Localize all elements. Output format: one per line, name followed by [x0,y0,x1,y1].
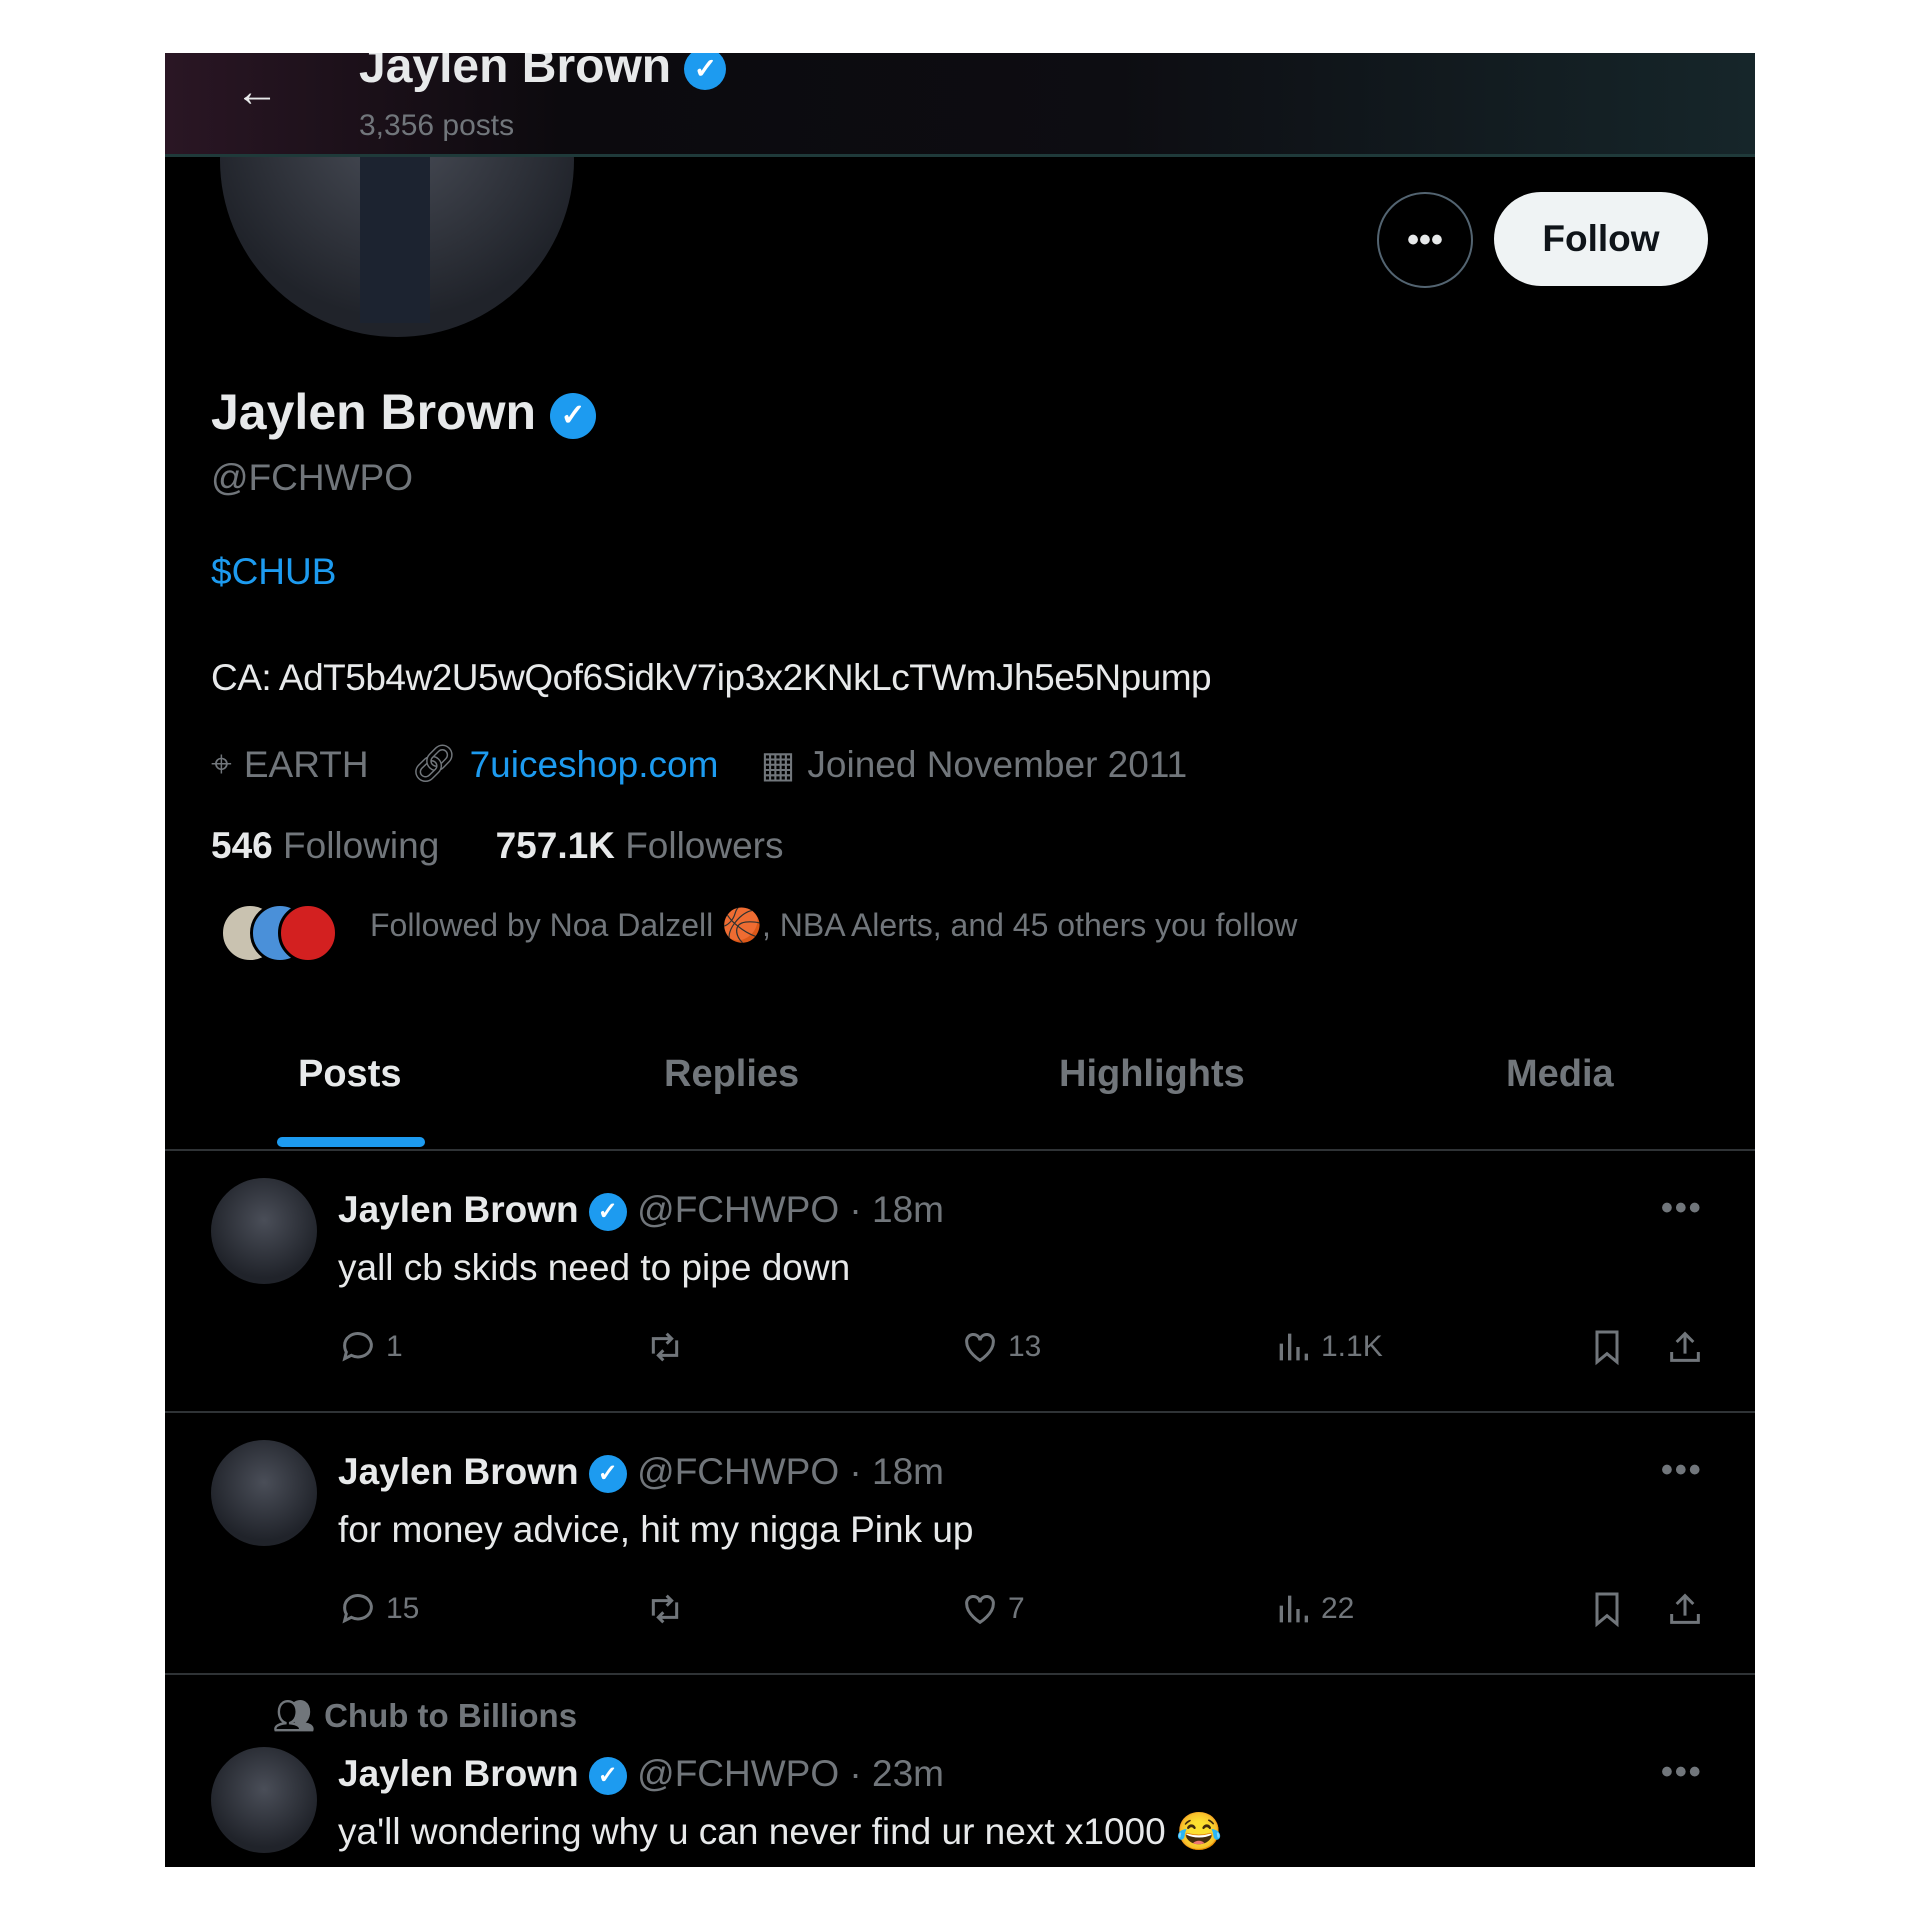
views-button[interactable]: 22 [1273,1589,1354,1629]
calendar-icon: ▦ [760,744,796,785]
followed-by-text[interactable]: Followed by Noa Dalzell 🏀, NBA Alerts, a… [370,906,1297,944]
profile-header: ← Jaylen Brown ✓ 3,356 posts [165,53,1755,157]
location-icon: ⌖ [211,743,232,784]
share-icon [1670,1593,1700,1624]
like-button[interactable]: 13 [960,1327,1041,1367]
post[interactable]: Jaylen Brown ✓ @FCHWPO · 18m ••• yall cb… [165,1151,1755,1411]
tab-posts[interactable]: Posts [298,1053,401,1096]
post-more-icon[interactable]: ••• [1661,1189,1703,1228]
more-options-button[interactable]: ••• [1377,192,1473,288]
post-time[interactable]: · 18m [849,1451,944,1492]
tab-highlights[interactable]: Highlights [1059,1053,1245,1096]
views-button[interactable]: 1.1K [1273,1327,1383,1367]
tab-media[interactable]: Media [1506,1053,1614,1096]
profile-name: Jaylen Brown [211,384,537,440]
website-link[interactable]: 7uiceshop.com [470,744,719,786]
post-author[interactable]: Jaylen Brown [338,1189,579,1230]
bio-cashtag-link[interactable]: $CHUB [211,551,336,593]
follow-button[interactable]: Follow [1494,192,1708,286]
heart-icon [965,1595,995,1625]
reply-icon [342,1332,373,1362]
verified-badge-icon: ✓ [588,1757,627,1796]
post-text: for money advice, hit my nigga Pink up [338,1509,974,1550]
reply-button[interactable]: 15 [338,1589,419,1629]
active-tab-indicator [277,1137,425,1147]
post-author[interactable]: Jaylen Brown [338,1753,579,1794]
bookmark-button[interactable] [1587,1327,1627,1367]
post-avatar[interactable] [211,1747,317,1853]
verified-badge-icon: ✓ [550,392,597,439]
post-handle[interactable]: @FCHWPO [637,1753,839,1794]
post-avatar[interactable] [211,1178,317,1284]
profile-meta: ⌖ EARTH 🔗︎ 7uiceshop.com ▦ Joined November … [211,743,1187,786]
header-name: Jaylen Brown [359,53,672,93]
tab-replies[interactable]: Replies [664,1053,799,1096]
following-link[interactable]: 546 Following [211,825,439,866]
profile-panel: ← Jaylen Brown ✓ 3,356 posts ••• Follow … [165,53,1755,1867]
post[interactable]: Jaylen Brown ✓ @FCHWPO · 18m ••• for mon… [165,1413,1755,1673]
bookmark-button[interactable] [1587,1589,1627,1629]
link-icon: 🔗︎ [410,743,458,784]
heart-icon [965,1333,995,1363]
post-handle[interactable]: @FCHWPO [637,1189,839,1230]
views-icon [1279,1595,1308,1623]
reply-icon [342,1594,373,1624]
back-arrow-icon[interactable]: ← [235,67,279,117]
repost-icon [651,1594,679,1624]
reply-button[interactable]: 1 [338,1327,403,1367]
repost-icon [651,1332,679,1362]
bio-text: CA: AdT5b4w2U5wQof6SidkV7ip3x2KNkLcTWmJh… [211,657,1212,698]
community-icon: 👥︎ [273,1697,315,1734]
repost-button[interactable] [645,1327,693,1367]
location: EARTH [243,743,369,785]
followed-by-avatars[interactable] [220,903,338,963]
post[interactable]: 👥︎ Chub to Billions Jaylen Brown ✓ @FCHW… [165,1675,1755,1867]
post-count: 3,356 posts [359,109,515,142]
post-avatar[interactable] [211,1440,317,1546]
like-button[interactable]: 7 [960,1589,1025,1629]
post-handle[interactable]: @FCHWPO [637,1451,839,1492]
post-author[interactable]: Jaylen Brown [338,1451,579,1492]
bookmark-icon [1595,1330,1619,1366]
share-button[interactable] [1665,1589,1705,1629]
followers-link[interactable]: 757.1K Followers [496,825,784,866]
views-icon [1279,1333,1308,1361]
repost-button[interactable] [645,1589,693,1629]
post-time[interactable]: · 18m [849,1189,944,1230]
post-text: yall cb skids need to pipe down [338,1247,851,1288]
bookmark-icon [1595,1592,1619,1628]
verified-badge-icon: ✓ [588,1455,627,1494]
post-more-icon[interactable]: ••• [1661,1451,1703,1490]
verified-badge-icon: ✓ [588,1193,627,1232]
post-time[interactable]: · 23m [849,1753,944,1794]
post-text: ya'll wondering why u can never find ur … [338,1811,1223,1852]
post-more-icon[interactable]: ••• [1661,1753,1703,1792]
joined-date: Joined November 2011 [807,743,1188,785]
verified-badge-icon: ✓ [684,53,727,91]
profile-handle: @FCHWPO [211,457,413,498]
more-icon: ••• [1407,220,1443,259]
community-name[interactable]: Chub to Billions [324,1697,577,1734]
share-icon [1670,1331,1700,1362]
share-button[interactable] [1665,1327,1705,1367]
